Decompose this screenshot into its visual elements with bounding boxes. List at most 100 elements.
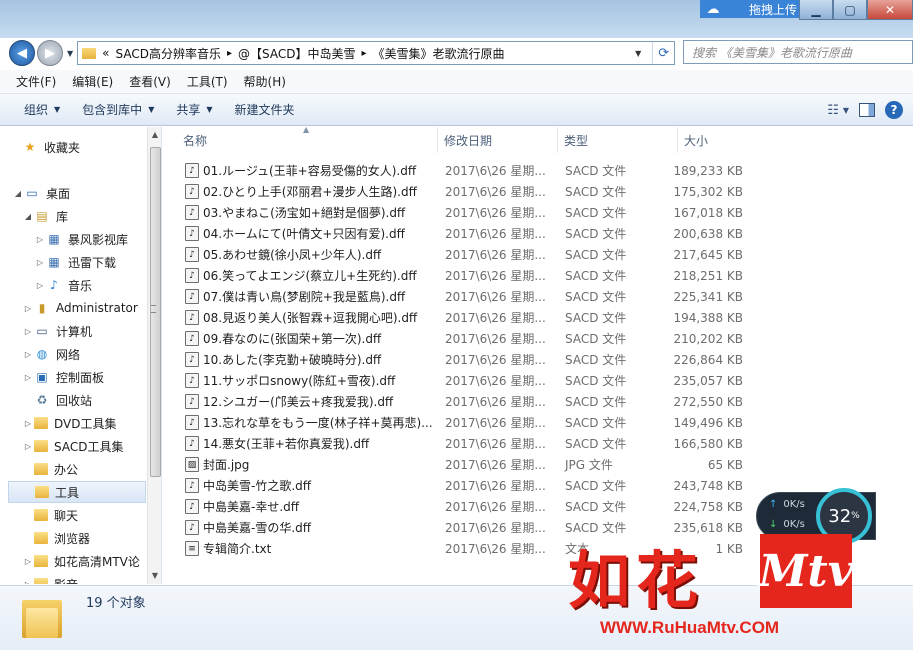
file-row[interactable]: ♪ 04.ホームにて(叶倩文+只因有爱).dff 2017\6\26 星期... SA… <box>163 223 743 244</box>
nav-dvd-tools[interactable]: ▷ DVD工具集 <box>22 412 117 434</box>
file-date: 2017\6\26 星期... <box>445 206 546 220</box>
file-icon: ♪ <box>185 352 199 367</box>
address-dropdown-icon[interactable]: ▼ <box>630 49 646 58</box>
menu-help[interactable]: 帮助(H) <box>236 73 294 90</box>
file-name-cell: ♪ 13.忘れな草をもう一度(林子祥+莫再悲).... <box>163 414 433 431</box>
nav-label: 工具 <box>55 485 80 500</box>
breadcrumb-chevron-icon[interactable]: ▸ <box>361 48 366 59</box>
nav-network[interactable]: ▷ ◍ 网络 <box>22 343 80 365</box>
scroll-up-icon[interactable]: ▲ <box>148 127 161 143</box>
breadcrumb-root[interactable]: « <box>102 46 109 60</box>
minimize-button[interactable]: ▁ <box>799 0 833 20</box>
nav-administrator[interactable]: ▷ ▮ Administrator <box>22 297 138 319</box>
nav-browser[interactable]: 浏览器 <box>22 527 90 549</box>
breadcrumb-chevron-icon[interactable]: ▸ <box>227 48 232 59</box>
scroll-down-icon[interactable]: ▼ <box>148 568 161 584</box>
control-panel-icon: ▣ <box>36 370 48 384</box>
file-row[interactable]: ♪ 05.あわせ鏡(徐小凤+少年人).dff 2017\6\26 星期... SACD… <box>163 244 743 265</box>
file-row[interactable]: ♪ 中島美嘉-幸せ.dff 2017\6\26 星期... SACD 文件 224,75… <box>163 496 743 517</box>
file-row[interactable]: ♪ 11.サッポロsnowy(陈紅+雪夜).dff 2017\6\26 星期... S… <box>163 370 743 391</box>
nav-music[interactable]: ▷ ♪ 音乐 <box>34 274 92 296</box>
file-icon: ▨ <box>185 457 199 472</box>
nav-control-panel[interactable]: ▷ ▣ 控制面板 <box>22 366 104 388</box>
recycle-bin-icon: ♻ <box>36 393 48 407</box>
back-button[interactable]: ◀ <box>9 40 35 66</box>
maximize-button[interactable]: ▢ <box>833 0 867 20</box>
file-row[interactable]: ♪ 03.やまねこ(汤宝如+絕對是個夢).dff 2017\6\26 星期... SA… <box>163 202 743 223</box>
breadcrumb-item[interactable]: 《美雪集》老歌流行原曲 <box>373 45 505 62</box>
menu-view[interactable]: 查看(V) <box>121 73 179 90</box>
file-row[interactable]: ♪ 02.ひとり上手(邓丽君+漫步人生路).dff 2017\6\26 星期... S… <box>163 181 743 202</box>
file-date: 2017\6\26 星期... <box>445 479 546 493</box>
close-button[interactable]: ✕ <box>867 0 913 20</box>
file-type: SACD 文件 <box>565 353 627 367</box>
file-name-cell: ♪ 01.ルージュ(王菲+容易受傷的女人).dff <box>163 162 433 179</box>
recent-pages-dropdown[interactable]: ▼ <box>67 49 73 58</box>
file-row[interactable]: ♪ 09.春なのに(张国荣+第一次).dff 2017\6\26 星期... SACD… <box>163 328 743 349</box>
search-input[interactable]: 搜索 《美雪集》老歌流行原曲 <box>683 40 913 64</box>
preview-pane-icon[interactable] <box>859 103 875 117</box>
watermark-chars: 如花 <box>568 544 705 617</box>
nav-xunlei-downloads[interactable]: ▷ ▦ 迅雷下载 <box>34 251 116 273</box>
column-date[interactable]: 修改日期 <box>438 127 558 153</box>
file-row[interactable]: ♪ 13.忘れな草をもう一度(林子祥+莫再悲).... 2017\6\26 星期..… <box>163 412 743 433</box>
column-type[interactable]: 类型 <box>558 127 678 153</box>
file-row[interactable]: ♪ 中岛美雪-竹之歌.dff 2017\6\26 星期... SACD 文件 243,7… <box>163 475 743 496</box>
change-view-button[interactable]: ☷ ▼ <box>827 103 849 118</box>
nav-label: 迅雷下载 <box>68 255 117 270</box>
refresh-icon[interactable]: ⟳ <box>652 42 674 64</box>
nav-office[interactable]: 办公 <box>22 458 78 480</box>
nav-tools[interactable]: 工具 <box>8 481 146 503</box>
nav-label: 网络 <box>56 347 81 362</box>
nav-favorites[interactable]: ★ 收藏夹 <box>10 136 80 158</box>
include-label: 包含到库中 <box>82 103 143 117</box>
column-name[interactable]: 名称 <box>163 127 438 153</box>
file-row[interactable]: ♪ 08.見返り美人(张智霖+逗我開心吧).dff 2017\6\26 星期... S… <box>163 307 743 328</box>
column-size[interactable]: 大小 <box>678 127 758 153</box>
file-icon: ♪ <box>185 478 199 493</box>
address-bar[interactable]: « SACD高分辨率音乐 ▸ @【SACD】中岛美雪 ▸ 《美雪集》老歌流行原曲… <box>77 41 676 65</box>
nav-baofeng-library[interactable]: ▷ ▦ 暴风影视库 <box>34 228 128 250</box>
file-row[interactable]: ♪ 14.悪女(王菲+若你真爱我).dff 2017\6\26 星期... SACD … <box>163 433 743 454</box>
file-name-cell: ▨ 封面.jpg <box>163 456 433 473</box>
file-icon: ♪ <box>185 415 199 430</box>
file-type: SACD 文件 <box>565 416 627 430</box>
new-folder-button[interactable]: 新建文件夹 <box>225 101 305 118</box>
file-row[interactable]: ♪ 06.笑ってよエンジ(蔡立儿+生死约).dff 2017\6\26 星期... S… <box>163 265 743 286</box>
nav-sacd-tools[interactable]: ▷ SACD工具集 <box>22 435 124 457</box>
collapsed-arrow-icon: ▷ <box>24 349 32 359</box>
help-icon[interactable]: ? <box>885 101 903 119</box>
nav-media[interactable]: ▷ 影音 <box>22 573 78 584</box>
file-name-cell: ♪ 中岛美雪-竹之歌.dff <box>163 477 433 494</box>
nav-recycle-bin[interactable]: ♻ 回收站 <box>22 389 92 411</box>
nav-chat[interactable]: 聊天 <box>22 504 78 526</box>
file-row[interactable]: ▨ 封面.jpg 2017\6\26 星期... JPG 文件 65 KB <box>163 454 743 475</box>
file-name: 中島美嘉-雪の华.dff <box>203 521 312 535</box>
file-row[interactable]: ♪ 07.僕は青い鳥(梦剧院+我是藍鳥).dff 2017\6\26 星期... SA… <box>163 286 743 307</box>
file-name-cell: ♪ 09.春なのに(张国荣+第一次).dff <box>163 330 433 347</box>
nav-scrollbar[interactable]: ▲ ▼ <box>147 127 161 584</box>
chevron-down-icon: ▼ <box>206 105 213 114</box>
file-row[interactable]: ♪ 12.シユガー(邝美云+疼我爱我).dff 2017\6\26 星期... SAC… <box>163 391 743 412</box>
menu-file[interactable]: 文件(F) <box>8 73 64 90</box>
nav-desktop[interactable]: ◢ ▭ 桌面 <box>12 182 70 204</box>
share-button[interactable]: 共享 ▼ <box>166 101 222 118</box>
breadcrumb-item[interactable]: @【SACD】中岛美雪 <box>238 45 355 62</box>
nav-computer[interactable]: ▷ ▭ 计算机 <box>22 320 92 342</box>
file-row[interactable]: ♪ 10.あした(李克勤+破曉時分).dff 2017\6\26 星期... SACD… <box>163 349 743 370</box>
menu-edit[interactable]: 编辑(E) <box>64 73 121 90</box>
folder-icon <box>35 486 49 498</box>
file-row[interactable]: ♪ 01.ルージュ(王菲+容易受傷的女人).dff 2017\6\26 星期... S… <box>163 160 743 181</box>
include-in-library-button[interactable]: 包含到库中 ▼ <box>72 101 164 118</box>
breadcrumb-item[interactable]: SACD高分辨率音乐 <box>116 45 221 62</box>
file-icon: ♪ <box>185 247 199 262</box>
file-name-cell: ♪ 12.シユガー(邝美云+疼我爱我).dff <box>163 393 433 410</box>
file-date: 2017\6\26 星期... <box>445 227 546 241</box>
nav-libraries[interactable]: ◢ ▤ 库 <box>22 205 68 227</box>
organize-button[interactable]: 组织 ▼ <box>14 101 70 118</box>
file-name: 10.あした(李克勤+破曉時分).dff <box>203 353 382 367</box>
nav-ruhua-mtv[interactable]: ▷ 如花高清MTV论 <box>22 550 140 572</box>
forward-button[interactable]: ▶ <box>37 40 63 66</box>
menu-tools[interactable]: 工具(T) <box>179 73 236 90</box>
file-date: 2017\6\26 星期... <box>445 248 546 262</box>
